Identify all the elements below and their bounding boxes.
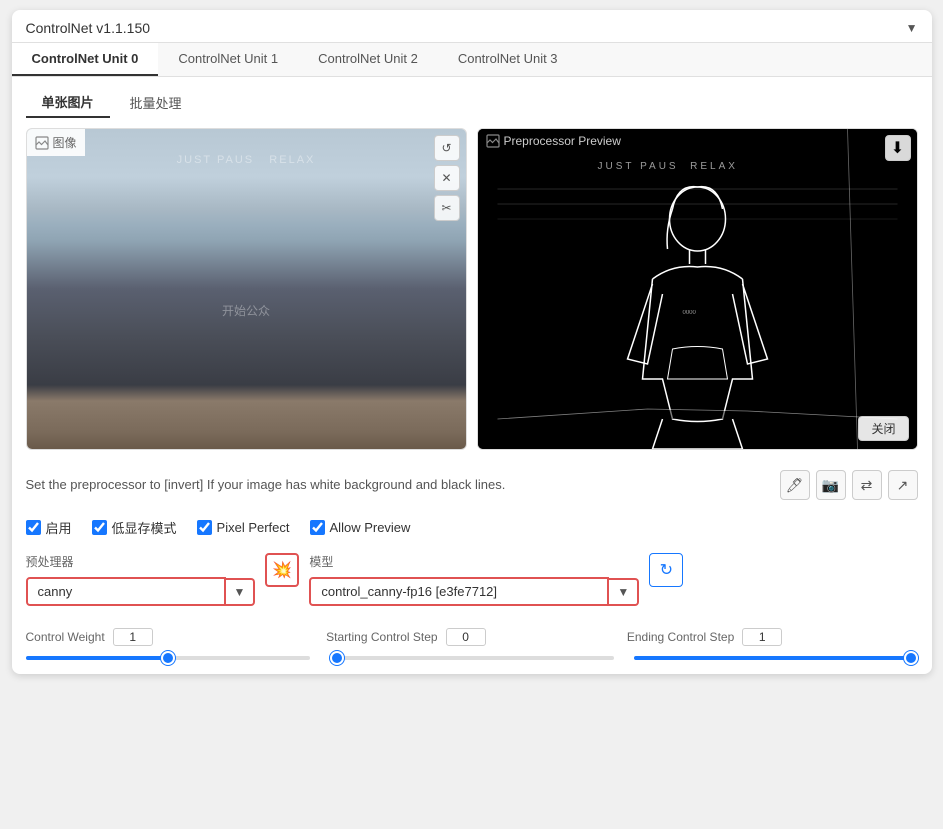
crop-button[interactable]: ✂ [434,195,460,221]
ending-step-slider-group [634,656,918,660]
checkbox-lowvram[interactable]: 低显存模式 [92,518,177,537]
pencil-icon: 🖊 [786,477,804,494]
pixel-perfect-checkbox[interactable] [197,520,212,535]
preview-image-icon [486,134,500,148]
uploaded-photo[interactable]: JUST PAUS RELAX 开始公众 [27,129,466,449]
pencil-edit-button[interactable]: 🖊 [780,470,810,500]
collapse-button[interactable]: ▼ [906,21,918,35]
inner-tab-batch[interactable]: 批量处理 [114,87,198,118]
inner-tab-single[interactable]: 单张图片 [26,87,110,118]
left-image-controls: ↺ ✕ ✂ [434,135,460,221]
ending-step-value[interactable] [742,628,782,646]
inner-tabs: 单张图片 批量处理 [12,77,932,118]
preprocessor-input[interactable] [26,577,226,606]
photo-watermark: 开始公众 [222,302,270,319]
download-icon: ⬇ [891,138,904,158]
download-button[interactable]: ⬇ [885,135,911,161]
right-image-panel: Preprocessor Preview JUST PAUS RELAX [477,128,918,450]
allow-preview-checkbox[interactable] [310,520,325,535]
unit-tab-2[interactable]: ControlNet Unit 2 [298,43,438,76]
model-input[interactable] [309,577,609,606]
camera-button[interactable]: 📷 [816,470,846,500]
panel-title: ControlNet v1.1.150 [26,20,151,36]
close-preview-button[interactable]: 关闭 [858,416,908,441]
sliders-row [12,656,932,674]
pixel-perfect-label: Pixel Perfect [217,520,290,535]
send-icon: ↗ [897,477,909,494]
starting-step-value[interactable] [446,628,486,646]
send-button[interactable]: ↗ [888,470,918,500]
rotate-reset-button[interactable]: ↺ [434,135,460,161]
controlnet-panel: ControlNet v1.1.150 ▼ ControlNet Unit 0 … [12,10,932,674]
unit-tabs: ControlNet Unit 0 ControlNet Unit 1 Cont… [12,43,932,77]
svg-text:0000: 0000 [682,310,696,316]
lowvram-checkbox[interactable] [92,520,107,535]
image-area: 图像 JUST PAUS RELAX 开始公众 ↺ ✕ ✂ [12,118,932,460]
swap-icon: ⇄ [861,477,873,494]
control-weight-slider-group [26,656,310,660]
icon-actions: 🖊 📷 ⇄ ↗ [780,470,918,500]
control-weight-label: Control Weight [26,630,105,644]
checkbox-pixel-perfect[interactable]: Pixel Perfect [197,520,290,535]
unit-tab-3[interactable]: ControlNet Unit 3 [438,43,578,76]
left-panel-label: 图像 [53,134,77,151]
title-bar: ControlNet v1.1.150 ▼ [12,10,932,43]
info-row: Set the preprocessor to [invert] If your… [12,460,932,510]
preprocessor-dropdown-wrapper: ▼ [26,577,256,606]
close-image-button[interactable]: ✕ [434,165,460,191]
control-weight-slider[interactable] [26,656,310,660]
image-icon [35,136,49,150]
lowvram-label: 低显存模式 [112,518,177,537]
right-panel-label: Preprocessor Preview [504,134,621,148]
starting-step-label: Starting Control Step [326,630,437,644]
fire-icon: 💥 [272,560,292,580]
model-group: 模型 ▼ [309,553,639,606]
ending-step-label: Ending Control Step [627,630,734,644]
refresh-model-button[interactable]: ↻ [649,553,683,587]
preprocessor-dropdown-button[interactable]: ▼ [226,578,256,606]
photo-text-top: JUST PAUS RELAX [177,154,316,166]
checkbox-row: 启用 低显存模式 Pixel Perfect Allow Preview [12,510,932,545]
model-dropdown-wrapper: ▼ [309,577,639,606]
control-weight-value[interactable] [113,628,153,646]
checkbox-enable[interactable]: 启用 [26,518,72,537]
preprocessor-model-row: 预处理器 ▼ 💥 模型 ▼ [26,553,918,606]
model-label: 模型 [309,553,639,570]
model-dropdown-button[interactable]: ▼ [609,578,639,606]
canny-preview-image: JUST PAUS RELAX [478,129,917,449]
canny-svg: JUST PAUS RELAX [478,129,917,449]
enable-checkbox[interactable] [26,520,41,535]
controls-section: 预处理器 ▼ 💥 模型 ▼ [12,545,932,622]
enable-label: 启用 [46,518,72,537]
run-preprocessor-button[interactable]: 💥 [265,553,299,587]
allow-preview-label: Allow Preview [330,520,411,535]
preprocessor-label: 预处理器 [26,553,256,570]
left-panel-header: 图像 [27,129,85,156]
starting-step-slider-group [330,656,614,660]
photo-simulation: JUST PAUS RELAX 开始公众 [27,129,466,449]
refresh-icon: ↻ [660,560,673,580]
unit-tab-1[interactable]: ControlNet Unit 1 [158,43,298,76]
swap-button[interactable]: ⇄ [852,470,882,500]
camera-icon: 📷 [822,477,839,494]
info-text: Set the preprocessor to [invert] If your… [26,475,770,495]
unit-tab-0[interactable]: ControlNet Unit 0 [12,43,159,76]
close-btn-area: 关闭 [858,416,908,441]
starting-step-slider[interactable] [330,656,614,660]
preprocessor-group: 预处理器 ▼ [26,553,256,606]
svg-text:JUST PAUS RELAX: JUST PAUS RELAX [597,161,737,172]
ending-step-slider[interactable] [634,656,918,660]
checkbox-allow-preview[interactable]: Allow Preview [310,520,411,535]
right-panel-header: Preprocessor Preview [478,129,629,153]
left-image-panel: 图像 JUST PAUS RELAX 开始公众 ↺ ✕ ✂ [26,128,467,450]
